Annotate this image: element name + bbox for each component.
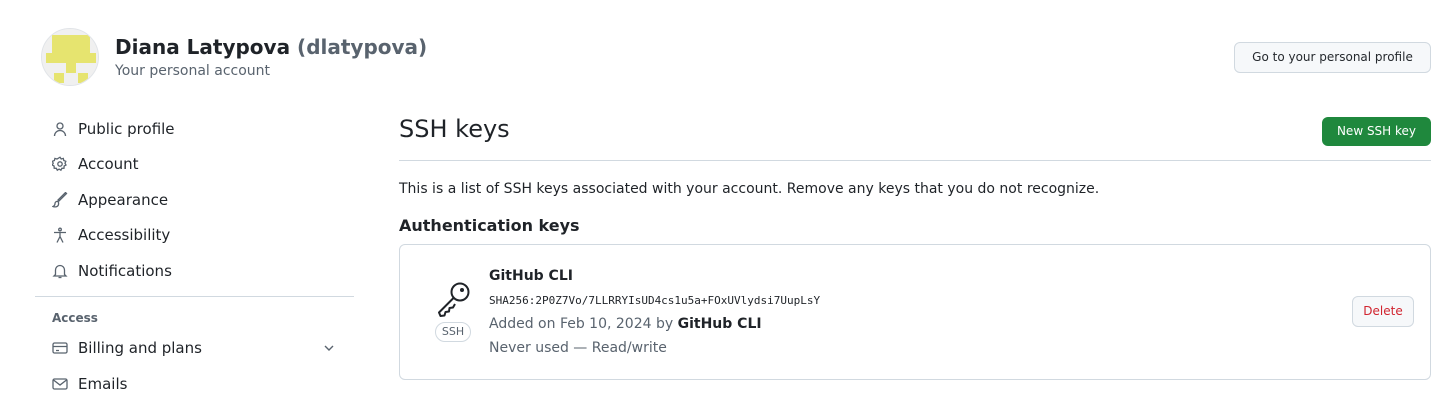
sidebar-item-label: Billing and plans — [78, 339, 202, 358]
delete-key-button[interactable]: Delete — [1352, 296, 1414, 327]
mail-icon — [52, 376, 68, 392]
section-title: Authentication keys — [399, 216, 580, 235]
page-description: This is a list of SSH keys associated wi… — [399, 181, 1100, 197]
sidebar-item-label: Emails — [78, 374, 128, 393]
key-icon — [438, 282, 470, 317]
key-usage: Never used — Read/write — [489, 340, 667, 356]
sidebar-item-label: Accessibility — [78, 226, 171, 245]
key-added-by: GitHub CLI — [677, 316, 762, 332]
sidebar-item-accessibility[interactable]: Accessibility — [35, 218, 354, 254]
sidebar-item-notifications[interactable]: Notifications — [35, 253, 354, 289]
key-added-text: Added on Feb 10, 2024 by — [489, 316, 674, 332]
key-title: GitHub CLI — [489, 268, 573, 284]
avatar[interactable] — [41, 28, 99, 86]
page-title: SSH keys — [399, 115, 510, 143]
accessibility-icon — [52, 227, 68, 244]
person-icon — [52, 121, 68, 137]
sidebar-item-label: Appearance — [78, 190, 169, 209]
new-ssh-key-button[interactable]: New SSH key — [1322, 117, 1431, 146]
credit-card-icon — [52, 340, 68, 356]
sidebar-item-label: Notifications — [78, 261, 172, 280]
sidebar-item-billing[interactable]: Billing and plans — [35, 331, 354, 367]
sidebar-item-label: Public profile — [78, 119, 175, 138]
account-subtitle: Your personal account — [115, 63, 271, 79]
ssh-key-card: SSH GitHub CLI SHA256:2P0Z7Vo/7LLRRYIsUD… — [399, 244, 1431, 380]
chevron-down-icon[interactable] — [322, 341, 336, 355]
settings-sidebar: Public profile Account Appearance Access… — [35, 111, 354, 402]
sidebar-item-appearance[interactable]: Appearance — [35, 182, 354, 218]
key-type-badge: SSH — [435, 322, 471, 342]
sidebar-item-account[interactable]: Account — [35, 147, 354, 183]
account-name: Diana Latypova (dlatypova) — [115, 35, 427, 59]
sidebar-section-heading: Access — [52, 310, 98, 325]
paintbrush-icon — [52, 191, 68, 208]
key-added-info: Added on Feb 10, 2024 by GitHub CLI — [489, 316, 762, 332]
display-name: Diana Latypova — [115, 35, 291, 59]
go-to-profile-button[interactable]: Go to your personal profile — [1234, 42, 1431, 73]
identicon-icon — [42, 29, 98, 85]
title-divider — [399, 160, 1431, 161]
bell-icon — [52, 263, 68, 279]
gear-icon — [52, 156, 68, 172]
username: (dlatypova) — [297, 35, 428, 59]
key-fingerprint: SHA256:2P0Z7Vo/7LLRRYIsUD4cs1u5a+FOxUVly… — [489, 294, 821, 307]
sidebar-item-public-profile[interactable]: Public profile — [35, 111, 354, 147]
sidebar-item-label: Account — [78, 155, 139, 174]
sidebar-item-emails[interactable]: Emails — [35, 366, 354, 402]
sidebar-divider — [35, 295, 354, 297]
